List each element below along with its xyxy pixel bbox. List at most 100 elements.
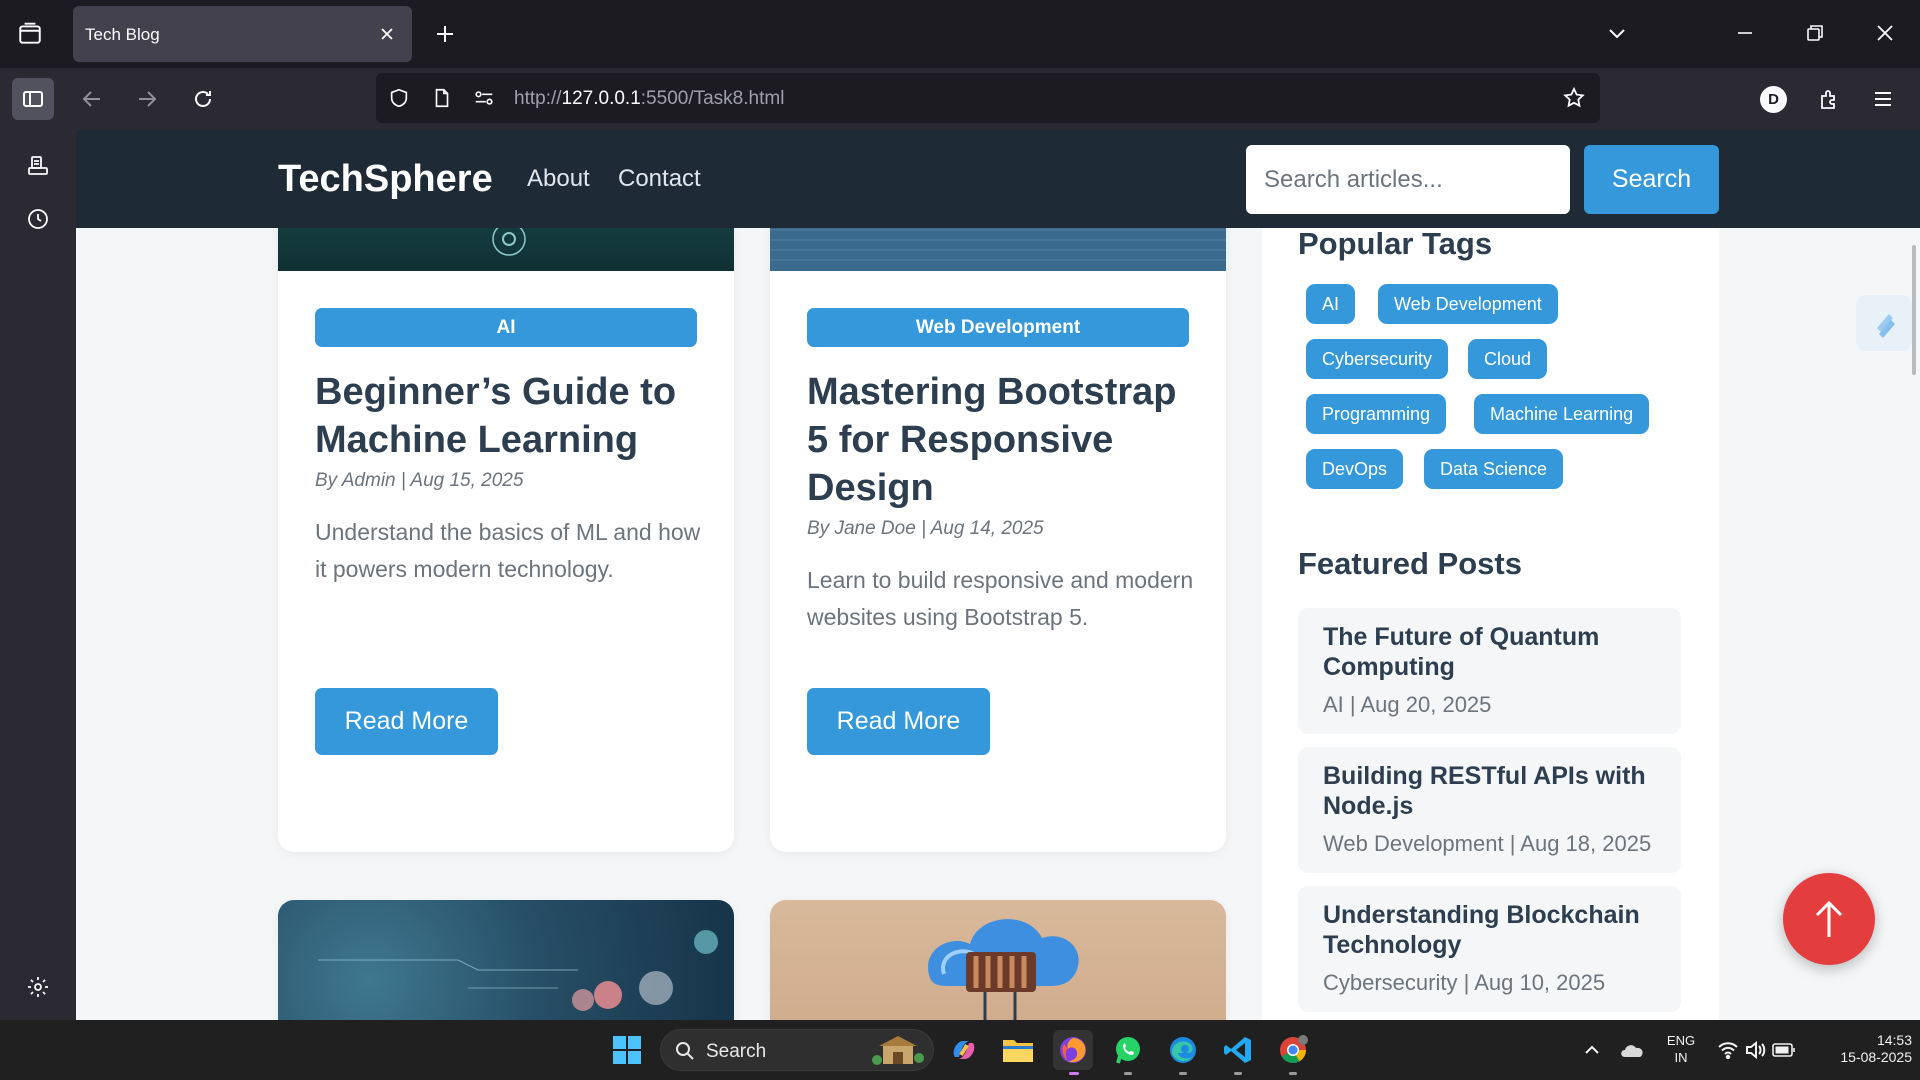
floating-widget-icon[interactable]	[1856, 295, 1912, 351]
battery-icon[interactable]	[1764, 1030, 1804, 1070]
taskbar-search-label: Search	[706, 1041, 767, 1062]
post-description: Learn to build responsive and modern web…	[807, 567, 1194, 630]
tag-programming[interactable]: Programming	[1306, 394, 1447, 434]
whatsapp-icon[interactable]	[1108, 1030, 1148, 1070]
history-icon[interactable]	[17, 198, 59, 240]
sidebar-settings-icon[interactable]	[17, 966, 59, 1008]
url-path: :5500/Task8.html	[640, 88, 785, 109]
tag-web-development[interactable]: Web Development	[1378, 284, 1558, 324]
featured-post-title[interactable]: Building RESTful APIs with Node.js	[1323, 761, 1663, 821]
windows-start-icon[interactable]	[607, 1030, 647, 1070]
taskbar-search[interactable]: Search	[660, 1029, 934, 1071]
page-viewport: AI Beginner’s Guide to Machine Learning …	[76, 130, 1920, 1020]
browser-sidebar	[0, 130, 76, 1020]
url-host: 127.0.0.1	[561, 88, 641, 109]
category-badge[interactable]: AI	[315, 308, 697, 347]
whatsapp-indicator	[1124, 1072, 1132, 1075]
restore-icon[interactable]	[1792, 10, 1838, 56]
firefox-active-indicator	[1069, 1072, 1079, 1075]
vscode-indicator	[1234, 1072, 1242, 1075]
post-image-cybersecurity	[278, 900, 734, 1020]
search-button[interactable]: Search	[1584, 145, 1719, 214]
synced-tabs-icon[interactable]	[17, 145, 59, 187]
tag-cloud[interactable]: Cloud	[1468, 339, 1548, 379]
clock-date: 15-08-2025	[1840, 1049, 1912, 1065]
copilot-icon[interactable]	[944, 1030, 984, 1070]
bookmark-star-icon[interactable]	[1560, 84, 1588, 112]
post-card: Web Development Mastering Bootstrap 5 fo…	[770, 130, 1226, 852]
search-input[interactable]	[1246, 145, 1570, 214]
back-to-top-button[interactable]	[1783, 873, 1875, 965]
search-highlight-icon	[872, 1036, 924, 1065]
featured-post-title[interactable]: Understanding Blockchain Technology	[1323, 900, 1663, 960]
tag-devops[interactable]: DevOps	[1306, 449, 1404, 489]
browser-tab-bar: Tech Blog	[0, 0, 1920, 68]
read-more-button[interactable]: Read More	[807, 688, 990, 755]
tag-cybersecurity[interactable]: Cybersecurity	[1306, 339, 1449, 379]
address-bar[interactable]: http://127.0.0.1:5500/Task8.html	[376, 73, 1600, 123]
post-card: AI Beginner’s Guide to Machine Learning …	[278, 130, 734, 852]
onedrive-cloud-icon[interactable]	[1612, 1030, 1652, 1070]
featured-post[interactable]: Building RESTful APIs with Node.js Web D…	[1298, 747, 1681, 873]
nav-link-contact[interactable]: Contact	[618, 165, 701, 193]
page-icon[interactable]	[428, 84, 456, 112]
edge-indicator	[1179, 1072, 1187, 1075]
right-sidebar: Popular Tags AI Web Development Cybersec…	[1262, 226, 1719, 1020]
tab-overview-icon[interactable]	[13, 17, 47, 51]
site-brand[interactable]: TechSphere	[278, 158, 493, 201]
post-meta: By Admin | Aug 15, 2025	[315, 470, 524, 491]
minimize-icon[interactable]	[1722, 10, 1768, 56]
windows-taskbar: Search ENG IN 14:53 15-08-2025	[0, 1020, 1920, 1080]
url-prefix: http://	[514, 88, 562, 109]
chrome-icon[interactable]	[1273, 1030, 1313, 1070]
edge-icon[interactable]	[1163, 1030, 1203, 1070]
post-image-cloud	[770, 900, 1226, 1020]
featured-posts-heading: Featured Posts	[1298, 546, 1522, 581]
post-description: Understand the basics of ML and how it p…	[315, 519, 701, 582]
featured-post-title[interactable]: The Future of Quantum Computing	[1323, 622, 1663, 682]
clock[interactable]: 14:53 15-08-2025	[1808, 1032, 1912, 1066]
post-title[interactable]: Mastering Bootstrap 5 for Responsive Des…	[807, 368, 1197, 512]
new-tab-icon[interactable]	[428, 17, 462, 51]
category-badge[interactable]: Web Development	[807, 308, 1189, 347]
back-icon[interactable]	[71, 78, 113, 120]
list-all-tabs-icon[interactable]	[1594, 10, 1640, 56]
show-hidden-icons[interactable]	[1572, 1030, 1612, 1070]
language-code: ENG	[1666, 1033, 1696, 1048]
tag-machine-learning[interactable]: Machine Learning	[1474, 394, 1650, 434]
forward-icon[interactable]	[126, 78, 168, 120]
browser-toolbar: http://127.0.0.1:5500/Task8.html D	[0, 68, 1920, 130]
tab-title: Tech Blog	[85, 25, 160, 44]
post-meta: By Jane Doe | Aug 14, 2025	[807, 518, 1044, 539]
featured-post-meta: Cybersecurity | Aug 10, 2025	[1323, 970, 1606, 995]
file-explorer-icon[interactable]	[998, 1030, 1038, 1070]
featured-post[interactable]: Understanding Blockchain Technology Cybe…	[1298, 886, 1681, 1012]
clock-time: 14:53	[1876, 1032, 1912, 1048]
firefox-icon[interactable]	[1053, 1030, 1093, 1070]
close-window-icon[interactable]	[1862, 10, 1908, 56]
input-language[interactable]: ENG IN	[1664, 1032, 1698, 1066]
shield-icon[interactable]	[385, 84, 413, 112]
tag-ai[interactable]: AI	[1306, 284, 1356, 324]
scrollbar-thumb[interactable]	[1912, 245, 1916, 375]
vscode-icon[interactable]	[1218, 1030, 1258, 1070]
post-card	[278, 900, 734, 1020]
permissions-icon[interactable]	[470, 84, 498, 112]
tab-close-icon[interactable]	[372, 19, 402, 49]
tag-data-science[interactable]: Data Science	[1424, 449, 1564, 489]
read-more-button[interactable]: Read More	[315, 688, 498, 755]
menu-icon[interactable]	[1862, 78, 1904, 120]
region-code: IN	[1674, 1050, 1688, 1065]
extensions-icon[interactable]	[1808, 78, 1850, 120]
sidebar-toggle-icon[interactable]	[12, 78, 54, 120]
url-text[interactable]: http://127.0.0.1:5500/Task8.html	[514, 88, 784, 110]
active-tab[interactable]: Tech Blog	[73, 6, 412, 62]
featured-post[interactable]: The Future of Quantum Computing AI | Aug…	[1298, 608, 1681, 734]
account-avatar[interactable]: D	[1760, 86, 1787, 113]
nav-link-about[interactable]: About	[527, 165, 590, 193]
featured-post-meta: AI | Aug 20, 2025	[1323, 692, 1492, 717]
featured-post-meta: Web Development | Aug 18, 2025	[1323, 831, 1652, 856]
post-title[interactable]: Beginner’s Guide to Machine Learning	[315, 368, 705, 464]
reload-icon[interactable]	[182, 78, 224, 120]
site-header: TechSphere About Contact Search	[76, 130, 1920, 228]
